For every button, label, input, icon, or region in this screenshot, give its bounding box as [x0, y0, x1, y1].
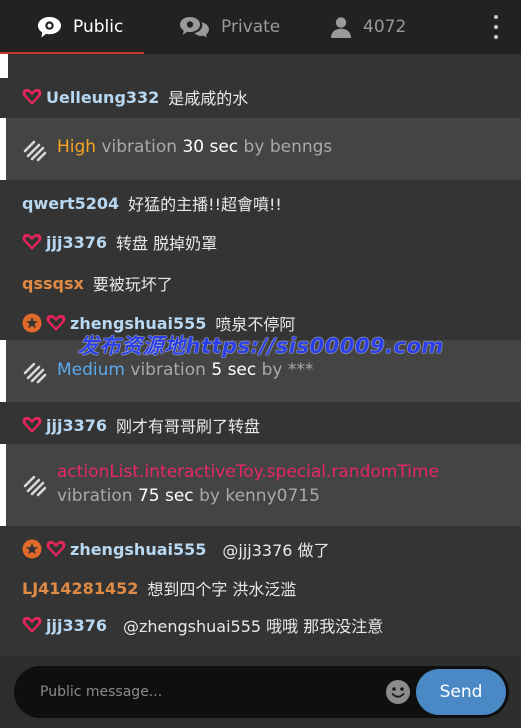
- more-vertical-icon[interactable]: [491, 14, 501, 40]
- vibrate-icon: [22, 137, 48, 167]
- message-username[interactable]: jjj3376: [46, 616, 107, 635]
- vibration-notice: High vibration 30 sec by benngs: [0, 118, 521, 180]
- message-text: 转盘 脱掉奶罩: [115, 234, 218, 253]
- message-username[interactable]: qwert5204: [22, 194, 119, 213]
- vibrate-icon: [22, 472, 48, 502]
- message-username[interactable]: qssqsx: [22, 274, 84, 293]
- user-icon: [330, 16, 352, 38]
- message-text: 是咸咸的水: [168, 89, 249, 108]
- chat-message: zhengshuai555 @jjj3376 做了: [22, 537, 330, 561]
- message-username[interactable]: jjj3376: [46, 233, 107, 252]
- star-badge-icon: [22, 539, 42, 559]
- heart-badge-icon: [46, 314, 66, 332]
- user-count: 4072: [363, 17, 407, 37]
- tab-private[interactable]: Private: [144, 0, 294, 54]
- chat-message: jjj3376 刚才有哥哥刷了转盘: [22, 413, 260, 437]
- vibration-by: by: [243, 137, 265, 157]
- partial-vibration-edge: [0, 54, 8, 78]
- message-composer: Send: [0, 656, 521, 728]
- heart-badge-icon: [22, 88, 42, 106]
- tab-public-label: Public: [73, 17, 124, 37]
- heart-badge-icon: [46, 540, 66, 558]
- vibrate-icon: [22, 359, 48, 389]
- vibration-by: by: [199, 486, 220, 506]
- message-username[interactable]: LJ414281452: [22, 579, 138, 598]
- tab-users[interactable]: 4072: [294, 0, 454, 54]
- message-text: 想到四个字 洪水泛滥: [147, 580, 297, 599]
- message-username[interactable]: Uelleung332: [46, 88, 159, 107]
- heart-badge-icon: [22, 616, 42, 634]
- tab-public[interactable]: Public: [0, 0, 144, 54]
- vibration-word: vibration: [101, 137, 178, 157]
- chat-message: jjj3376 转盘 脱掉奶罩: [22, 230, 217, 254]
- vibration-tipper[interactable]: kenny0715: [225, 486, 320, 506]
- message-text: 好猛的主播!!超會噴!!: [128, 195, 282, 214]
- chat-message: jjj3376 @zhengshuai555 哦哦 那我没注意: [22, 613, 383, 637]
- tab-private-label: Private: [221, 17, 281, 37]
- vibration-level: Medium: [57, 360, 125, 380]
- vibration-by: by: [261, 360, 283, 380]
- vibration-tipper[interactable]: ***: [288, 360, 314, 380]
- emoji-smiley-icon[interactable]: [385, 679, 411, 705]
- vibration-duration: 5 sec: [211, 360, 257, 380]
- chat-message: LJ414281452 想到四个字 洪水泛滥: [22, 576, 296, 600]
- message-text: @zhengshuai555 哦哦 那我没注意: [122, 617, 384, 636]
- chat-message: qwert5204 好猛的主播!!超會噴!!: [22, 191, 282, 215]
- star-badge-icon: [22, 313, 42, 333]
- chat-bubbles-icon: [179, 16, 210, 38]
- vibration-tipper[interactable]: benngs: [270, 137, 332, 157]
- message-username[interactable]: jjj3376: [46, 416, 107, 435]
- vibration-notice: actionList.interactiveToy.special.random…: [0, 444, 521, 526]
- tab-bar: Public Private 4072: [0, 0, 521, 54]
- chat-message: qssqsx 要被玩坏了: [22, 271, 173, 295]
- chat-bubble-icon: [37, 16, 62, 39]
- vibration-word: vibration: [57, 486, 133, 506]
- vibration-word: vibration: [130, 360, 206, 380]
- message-text: @jjj3376 做了: [222, 541, 330, 560]
- message-input-wrapper: Send: [14, 666, 509, 718]
- vibration-level: High: [57, 137, 97, 157]
- heart-badge-icon: [22, 416, 42, 434]
- message-text: 要被玩坏了: [92, 275, 173, 294]
- vibration-level: actionList.interactiveToy.special.random…: [57, 462, 439, 482]
- watermark-text: 发布资源地https://sis00009.com: [78, 334, 444, 358]
- message-text: 刚才有哥哥刷了转盘: [115, 417, 260, 436]
- heart-badge-icon: [22, 233, 42, 251]
- vibration-duration: 75 sec: [137, 486, 194, 506]
- message-username[interactable]: zhengshuai555: [70, 540, 206, 559]
- send-button[interactable]: Send: [416, 669, 506, 715]
- chat-message: Uelleung332 是咸咸的水: [22, 85, 248, 109]
- vibration-duration: 30 sec: [182, 137, 239, 157]
- public-message-input[interactable]: [40, 679, 370, 705]
